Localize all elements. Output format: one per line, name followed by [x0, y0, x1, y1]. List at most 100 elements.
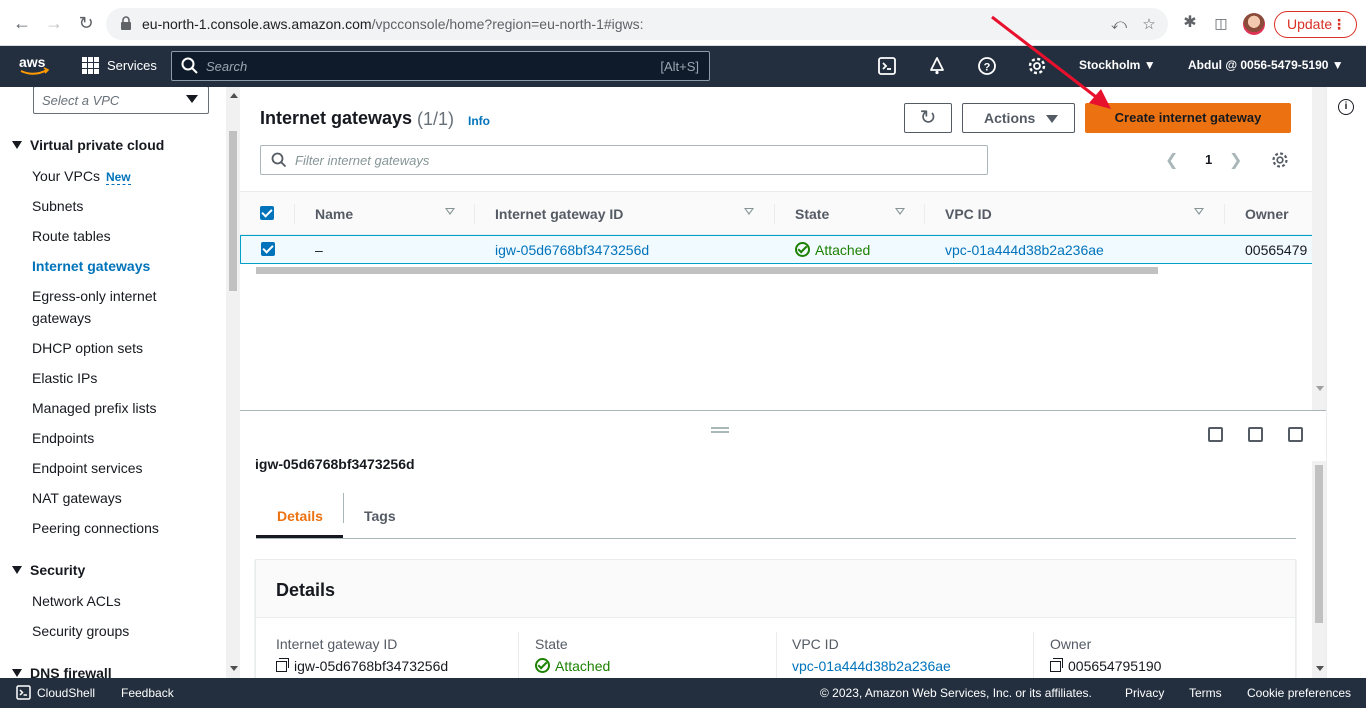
- extensions-icon[interactable]: ✱: [1180, 13, 1200, 33]
- forward-icon[interactable]: →: [42, 11, 66, 35]
- sidebar-item-your-vpcs[interactable]: Your VPCs New: [32, 165, 212, 188]
- sidebar-scrollbar[interactable]: [226, 87, 240, 678]
- create-internet-gateway-button[interactable]: Create internet gateway: [1085, 103, 1291, 133]
- help-icon[interactable]: ?: [977, 56, 997, 76]
- field-value: 005654795190: [1050, 658, 1161, 674]
- main-vertical-scrollbar[interactable]: [1312, 87, 1326, 412]
- cell-vpc-id[interactable]: vpc-01a444d38b2a236ae: [945, 242, 1104, 258]
- previous-page-icon[interactable]: ❮: [1165, 150, 1178, 170]
- field-value: Attached: [535, 658, 610, 674]
- section-dns-firewall[interactable]: DNS firewall: [12, 665, 112, 678]
- info-icon[interactable]: i: [1338, 99, 1354, 115]
- copy-icon[interactable]: [1050, 658, 1063, 672]
- split-bottom-icon[interactable]: [1208, 427, 1223, 442]
- row-checkbox[interactable]: [261, 242, 275, 256]
- sidebar-item-peering-connections[interactable]: Peering connections: [32, 517, 212, 539]
- resize-handle-icon[interactable]: [711, 427, 729, 433]
- details-card-title: Details: [276, 580, 336, 600]
- field-state: State Attached: [535, 636, 610, 674]
- copy-icon[interactable]: [276, 658, 289, 672]
- table-scroll-thumb[interactable]: [256, 267, 1158, 274]
- scroll-down-icon[interactable]: [1316, 666, 1324, 671]
- column-divider: [1033, 632, 1034, 678]
- actions-dropdown-button[interactable]: Actions: [962, 103, 1075, 133]
- search-icon: [271, 152, 287, 168]
- split-full-icon[interactable]: [1288, 427, 1303, 442]
- sidebar-item-route-tables[interactable]: Route tables: [32, 225, 212, 247]
- region-selector[interactable]: Stockholm ▼: [1079, 58, 1156, 72]
- aws-search-input[interactable]: Search [Alt+S]: [171, 51, 710, 81]
- sidebar-scroll-thumb[interactable]: [229, 131, 237, 291]
- split-panel-scrollbar[interactable]: [1312, 461, 1326, 678]
- update-button[interactable]: Update ⋮: [1274, 11, 1357, 38]
- notifications-bell-icon[interactable]: [927, 56, 947, 76]
- sort-icon[interactable]: [1194, 208, 1204, 215]
- sidebar-item-endpoint-services[interactable]: Endpoint services: [32, 457, 212, 479]
- sidebar-item-internet-gateways[interactable]: Internet gateways: [32, 255, 212, 277]
- refresh-button[interactable]: ↻: [904, 103, 952, 133]
- section-virtual-private-cloud[interactable]: Virtual private cloud: [12, 137, 164, 153]
- scroll-up-icon[interactable]: [230, 93, 238, 98]
- section-security[interactable]: Security: [12, 562, 85, 578]
- sidebar-item-endpoints[interactable]: Endpoints: [32, 427, 212, 449]
- address-bar[interactable]: eu-north-1.console.aws.amazon.com/vpccon…: [106, 8, 1168, 40]
- sidebar-item-dhcp-option-sets[interactable]: DHCP option sets: [32, 337, 212, 359]
- bookmark-star-icon[interactable]: ☆: [1140, 16, 1158, 34]
- account-menu[interactable]: Abdul @ 0056-5479-5190 ▼: [1188, 58, 1344, 72]
- sidepanel-icon[interactable]: ◫: [1211, 13, 1231, 33]
- scroll-down-icon[interactable]: [230, 666, 238, 671]
- sidebar-item-egress-only-internet-gateways[interactable]: Egress-only internet gateways: [32, 285, 182, 329]
- sidebar-item-network-acls[interactable]: Network ACLs: [32, 590, 212, 612]
- split-scroll-thumb[interactable]: [1315, 465, 1323, 623]
- vpc-id-link[interactable]: vpc-01a444d38b2a236ae: [792, 658, 951, 674]
- filter-input[interactable]: Filter internet gateways: [260, 145, 988, 175]
- table-horizontal-scrollbar[interactable]: [256, 265, 1310, 275]
- table-row[interactable]: – igw-05d6768bf3473256d Attached vpc-01a…: [240, 235, 1326, 264]
- terms-link[interactable]: Terms: [1189, 686, 1222, 700]
- sort-icon[interactable]: [895, 208, 905, 215]
- caret-down-icon: [1046, 115, 1058, 123]
- sidebar-item-managed-prefix-lists[interactable]: Managed prefix lists: [32, 397, 212, 419]
- column-header-owner[interactable]: Owner: [1245, 206, 1289, 222]
- cloudshell-icon[interactable]: [877, 56, 897, 76]
- tab-details[interactable]: Details: [277, 508, 323, 524]
- copyright-text: © 2023, Amazon Web Services, Inc. or its…: [820, 686, 1092, 700]
- vpc-filter-select[interactable]: Select a VPC: [33, 87, 209, 114]
- column-header-name[interactable]: Name: [315, 206, 353, 222]
- feedback-link[interactable]: Feedback: [121, 686, 174, 700]
- column-header-state[interactable]: State: [795, 206, 829, 222]
- field-owner: Owner 005654795190: [1050, 636, 1161, 674]
- back-icon[interactable]: ←: [10, 11, 34, 35]
- tab-tags[interactable]: Tags: [364, 508, 396, 524]
- scroll-down-icon[interactable]: [1316, 386, 1324, 391]
- current-page[interactable]: 1: [1205, 152, 1212, 167]
- sidebar-item-security-groups[interactable]: Security groups: [32, 620, 212, 642]
- url-text: eu-north-1.console.aws.amazon.com/vpccon…: [142, 16, 644, 32]
- profile-avatar[interactable]: [1243, 13, 1265, 35]
- privacy-link[interactable]: Privacy: [1125, 686, 1164, 700]
- split-side-icon[interactable]: [1248, 427, 1263, 442]
- cloudshell-footer-button[interactable]: CloudShell: [16, 685, 95, 700]
- table-preferences-gear-icon[interactable]: [1271, 151, 1289, 169]
- sidebar-item-nat-gateways[interactable]: NAT gateways: [32, 487, 212, 509]
- cell-internet-gateway-id[interactable]: igw-05d6768bf3473256d: [495, 242, 649, 258]
- sidebar-item-subnets[interactable]: Subnets: [32, 195, 212, 217]
- info-link[interactable]: Info: [468, 114, 490, 128]
- sort-icon[interactable]: [744, 208, 754, 215]
- column-header-vpc-id[interactable]: VPC ID: [945, 206, 992, 222]
- services-menu-button[interactable]: Services: [82, 57, 157, 74]
- column-header-internet-gateway-id[interactable]: Internet gateway ID: [495, 206, 623, 222]
- sidebar-item-elastic-ips[interactable]: Elastic IPs: [32, 367, 212, 389]
- sort-icon[interactable]: [445, 208, 455, 215]
- refresh-icon: ↻: [919, 107, 937, 129]
- aws-logo[interactable]: aws: [18, 54, 50, 78]
- detail-tabs: Details Tags: [256, 493, 1296, 539]
- cell-owner: 00565479: [1245, 242, 1308, 258]
- next-page-icon[interactable]: ❯: [1229, 150, 1242, 170]
- reload-icon[interactable]: ↻: [74, 11, 98, 35]
- select-all-checkbox[interactable]: [260, 206, 274, 220]
- cookie-preferences-link[interactable]: Cookie preferences: [1247, 686, 1351, 700]
- active-tab-indicator: [256, 535, 343, 538]
- share-icon[interactable]: ⤺: [1110, 16, 1128, 34]
- settings-gear-icon[interactable]: [1027, 56, 1047, 76]
